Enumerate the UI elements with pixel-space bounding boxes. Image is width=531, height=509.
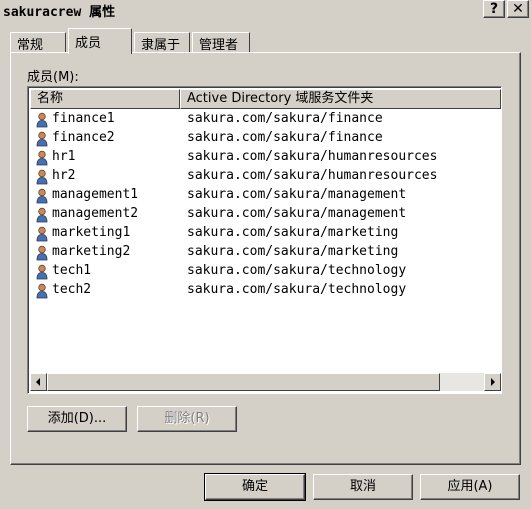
list-item[interactable]: finance1 sakura.com/sakura/finance [30,111,500,130]
member-name: tech2 [52,282,92,297]
user-icon [36,112,48,128]
member-folder: sakura.com/sakura/management [187,187,407,202]
column-header-folder[interactable]: Active Directory 域服务文件夹 [180,89,501,109]
tab-member-of[interactable]: 隶属于 [134,32,190,53]
user-icon [36,264,48,280]
help-button[interactable]: ? [483,0,505,18]
tab-members[interactable]: 成员 [68,28,132,54]
member-name: management2 [52,206,139,221]
list-item[interactable]: finance2 sakura.com/sakura/finance [30,130,500,149]
member-name: hr1 [52,149,76,164]
list-item[interactable]: marketing1 sakura.com/sakura/marketing [30,225,500,244]
member-folder: sakura.com/sakura/technology [187,282,407,297]
user-icon [36,283,48,299]
arrow-left-icon [36,378,40,386]
member-name: marketing2 [52,244,131,259]
add-member-button[interactable]: 添加(D)... [27,406,127,432]
user-icon [36,150,48,166]
user-icon [36,169,48,185]
member-folder: sakura.com/sakura/marketing [187,225,399,240]
member-folder: sakura.com/sakura/finance [187,130,383,145]
member-name: management1 [52,187,139,202]
apply-button[interactable]: 应用(A) [420,474,520,500]
list-header: 名称 Active Directory 域服务文件夹 [30,89,501,109]
cancel-button[interactable]: 取消 [313,474,413,500]
list-item[interactable]: tech1 sakura.com/sakura/technology [30,263,500,282]
member-name: tech1 [52,263,92,278]
user-icon [36,207,48,223]
member-name: finance2 [52,130,115,145]
scroll-right-button[interactable] [484,373,501,391]
member-folder: sakura.com/sakura/finance [187,111,383,126]
member-name: marketing1 [52,225,131,240]
members-list[interactable]: 名称 Active Directory 域服务文件夹 finance1 sakur… [27,86,502,394]
user-icon [36,226,48,242]
horizontal-scrollbar[interactable] [30,373,501,391]
user-icon [36,131,48,147]
member-folder: sakura.com/sakura/management [187,206,407,221]
column-header-name[interactable]: 名称 [30,89,180,109]
tab-general[interactable]: 常规 [10,32,66,53]
scroll-thumb[interactable] [47,373,440,391]
list-item[interactable]: management1 sakura.com/sakura/management [30,187,500,206]
user-icon [36,188,48,204]
list-item[interactable]: hr2 sakura.com/sakura/humanresources [30,168,500,187]
list-item[interactable]: marketing2 sakura.com/sakura/marketing [30,244,500,263]
member-folder: sakura.com/sakura/marketing [187,244,399,259]
list-item[interactable]: management2 sakura.com/sakura/management [30,206,500,225]
list-item[interactable]: tech2 sakura.com/sakura/technology [30,282,500,301]
tab-managed-by[interactable]: 管理者 [192,32,250,53]
user-icon [36,245,48,261]
remove-member-button[interactable]: 删除(R) [137,406,237,432]
member-folder: sakura.com/sakura/humanresources [187,149,438,164]
ok-button[interactable]: 确定 [204,473,306,501]
member-name: finance1 [52,111,115,126]
title-bar: sakuracrew 属性 ? ✕ [0,0,531,20]
list-item[interactable]: hr1 sakura.com/sakura/humanresources [30,149,500,168]
arrow-right-icon [491,378,495,386]
member-folder: sakura.com/sakura/humanresources [187,168,438,183]
window-title: sakuracrew 属性 [3,5,116,20]
member-folder: sakura.com/sakura/technology [187,263,407,278]
scroll-left-button[interactable] [30,373,47,391]
close-button[interactable]: ✕ [507,0,529,18]
member-name: hr2 [52,168,76,183]
members-label: 成员(M): [27,70,79,85]
